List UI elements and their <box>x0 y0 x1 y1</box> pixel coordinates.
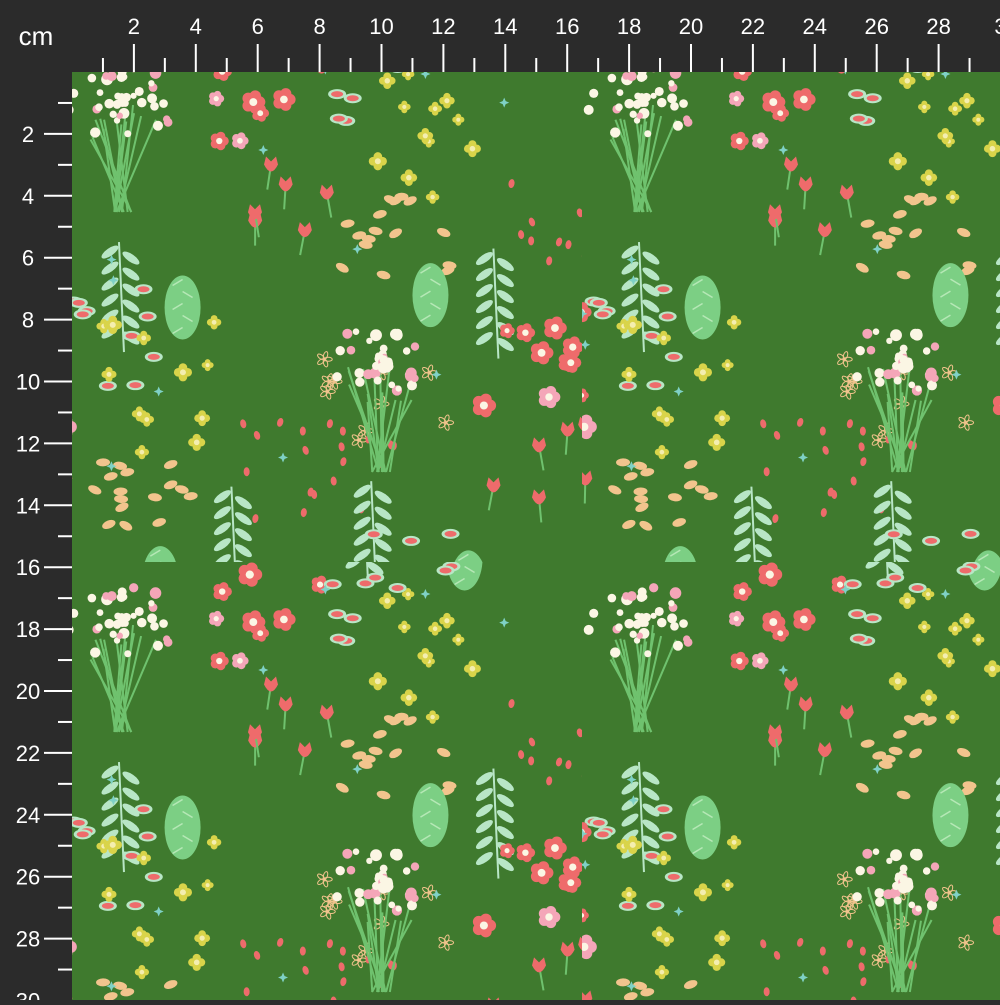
top-ruler-label: 26 <box>864 14 888 39</box>
left-ruler-label: 20 <box>16 679 40 704</box>
top-ruler-label: 28 <box>926 14 950 39</box>
top-ruler-label: 3 <box>994 14 1000 39</box>
left-ruler-label: 6 <box>22 246 34 271</box>
top-ruler-label: 20 <box>679 14 703 39</box>
top-ruler-label: 2 <box>128 14 140 39</box>
top-ruler-label: 16 <box>555 14 579 39</box>
left-ruler-label: 22 <box>16 741 40 766</box>
top-ruler-label: 6 <box>252 14 264 39</box>
left-ruler: 24681012141618202224262830 <box>0 72 72 1005</box>
left-ruler-label: 18 <box>16 617 40 642</box>
top-ruler-label: 24 <box>803 14 827 39</box>
top-ruler-label: 4 <box>190 14 202 39</box>
left-ruler-label: 8 <box>22 308 34 333</box>
left-ruler-label: 14 <box>16 493 40 518</box>
floral-pattern <box>72 72 1000 1000</box>
floral-fabric-swatch <box>72 72 1000 1000</box>
left-ruler-label: 12 <box>16 431 40 456</box>
top-ruler-scale: 2468101214161820222426283 <box>101 14 1000 72</box>
top-ruler-label: 18 <box>617 14 641 39</box>
top-ruler: 2468101214161820222426283 <box>72 0 1000 72</box>
top-ruler-label: 14 <box>493 14 517 39</box>
left-ruler-label: 2 <box>22 122 34 147</box>
top-ruler-label: 12 <box>431 14 455 39</box>
pattern-fill <box>72 72 1000 1000</box>
top-ruler-label: 10 <box>369 14 393 39</box>
unit-label: cm <box>0 0 72 72</box>
left-ruler-label: 28 <box>16 927 40 952</box>
left-ruler-label: 16 <box>16 555 40 580</box>
top-ruler-label: 8 <box>313 14 325 39</box>
top-ruler-label: 22 <box>741 14 765 39</box>
left-ruler-label: 24 <box>16 803 40 828</box>
left-ruler-label: 26 <box>16 865 40 890</box>
left-ruler-label: 4 <box>22 184 34 209</box>
left-ruler-label: 30 <box>16 989 40 1001</box>
left-ruler-label: 10 <box>16 370 40 395</box>
left-ruler-scale: 24681012141618202224262830 <box>16 101 72 1005</box>
